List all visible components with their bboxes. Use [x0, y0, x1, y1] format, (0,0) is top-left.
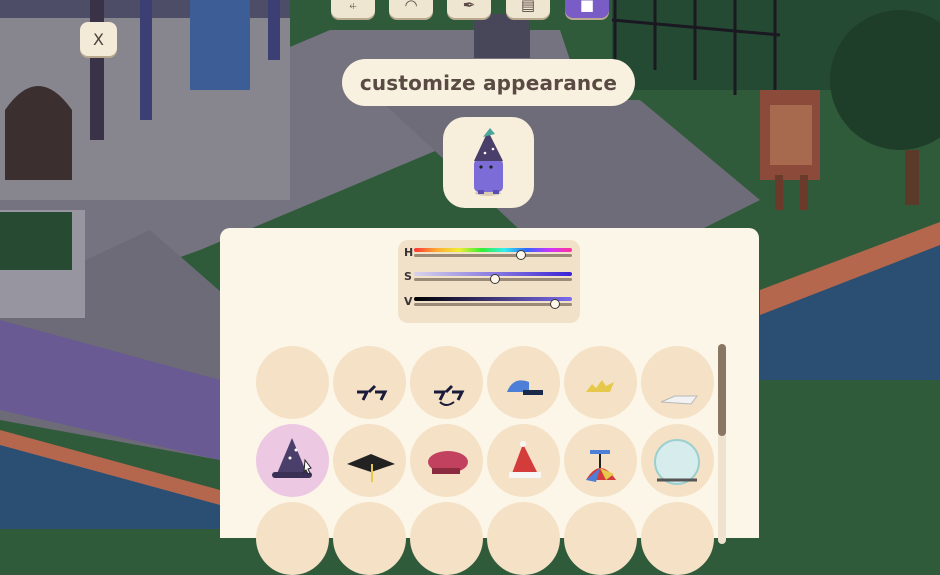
gold-crown-icon: [586, 380, 614, 392]
saturation-label: S: [404, 270, 412, 283]
glasses-icon: [357, 384, 388, 401]
hsv-picker: H S V: [398, 240, 580, 323]
hat-slot-blue-cap[interactable]: [487, 346, 560, 419]
hat-slot-glass-dome[interactable]: [641, 424, 714, 497]
close-button[interactable]: X: [80, 22, 117, 56]
hat-slot-row3-3[interactable]: [410, 502, 483, 575]
propeller-hat-icon: [586, 450, 616, 482]
page-title: customize appearance: [342, 59, 635, 106]
hat-icon[interactable]: ◠: [389, 0, 433, 18]
shirt-icon[interactable]: ■: [565, 0, 609, 18]
value-slider-knob[interactable]: [549, 299, 560, 309]
hat-slot-red-beret[interactable]: [410, 424, 483, 497]
hat-slot-wizard[interactable]: [256, 424, 329, 497]
brush-icon[interactable]: ✒: [447, 0, 491, 18]
value-gradient: [414, 297, 572, 301]
white-visor-icon: [660, 395, 698, 405]
hat-slot-santa[interactable]: [487, 424, 560, 497]
hat-slot-gold-crown[interactable]: [564, 346, 637, 419]
blue-cap-icon: [507, 380, 543, 395]
wizard-hat-icon: [272, 438, 312, 478]
character-sprite: [474, 128, 503, 196]
hat-slot-grad-cap[interactable]: [333, 424, 406, 497]
character-preview: [443, 117, 534, 208]
book-icon[interactable]: ▤: [506, 0, 550, 18]
hat-slot-none[interactable]: [256, 346, 329, 419]
value-track[interactable]: [414, 303, 572, 306]
hat-slot-white-visor[interactable]: [641, 346, 714, 419]
chair-icon[interactable]: ⍅: [331, 0, 375, 18]
hat-slot-row3-5[interactable]: [564, 502, 637, 575]
hat-slot-propeller[interactable]: [564, 424, 637, 497]
hat-slot-glasses-2[interactable]: [410, 346, 483, 419]
hue-gradient: [414, 248, 572, 252]
hat-slot-row3-6[interactable]: [641, 502, 714, 575]
glasses-2-icon: [434, 384, 465, 406]
grad-cap-icon: [347, 454, 395, 482]
hat-slot-glasses[interactable]: [333, 346, 406, 419]
customize-panel: H S V: [220, 228, 759, 575]
value-label: V: [404, 295, 413, 308]
glass-dome-icon: [654, 439, 700, 485]
scrollbar-thumb[interactable]: [718, 344, 726, 436]
hat-grid: [256, 346, 716, 575]
hue-slider-knob[interactable]: [516, 250, 527, 260]
saturation-slider-knob[interactable]: [489, 274, 500, 284]
hat-slot-row3-4[interactable]: [487, 502, 560, 575]
hat-slot-row3-1[interactable]: [256, 502, 329, 575]
hue-track[interactable]: [414, 254, 572, 257]
hue-label: H: [404, 246, 414, 259]
hat-slot-row3-2[interactable]: [333, 502, 406, 575]
red-beret-icon: [428, 451, 468, 474]
santa-hat-icon: [509, 441, 541, 478]
